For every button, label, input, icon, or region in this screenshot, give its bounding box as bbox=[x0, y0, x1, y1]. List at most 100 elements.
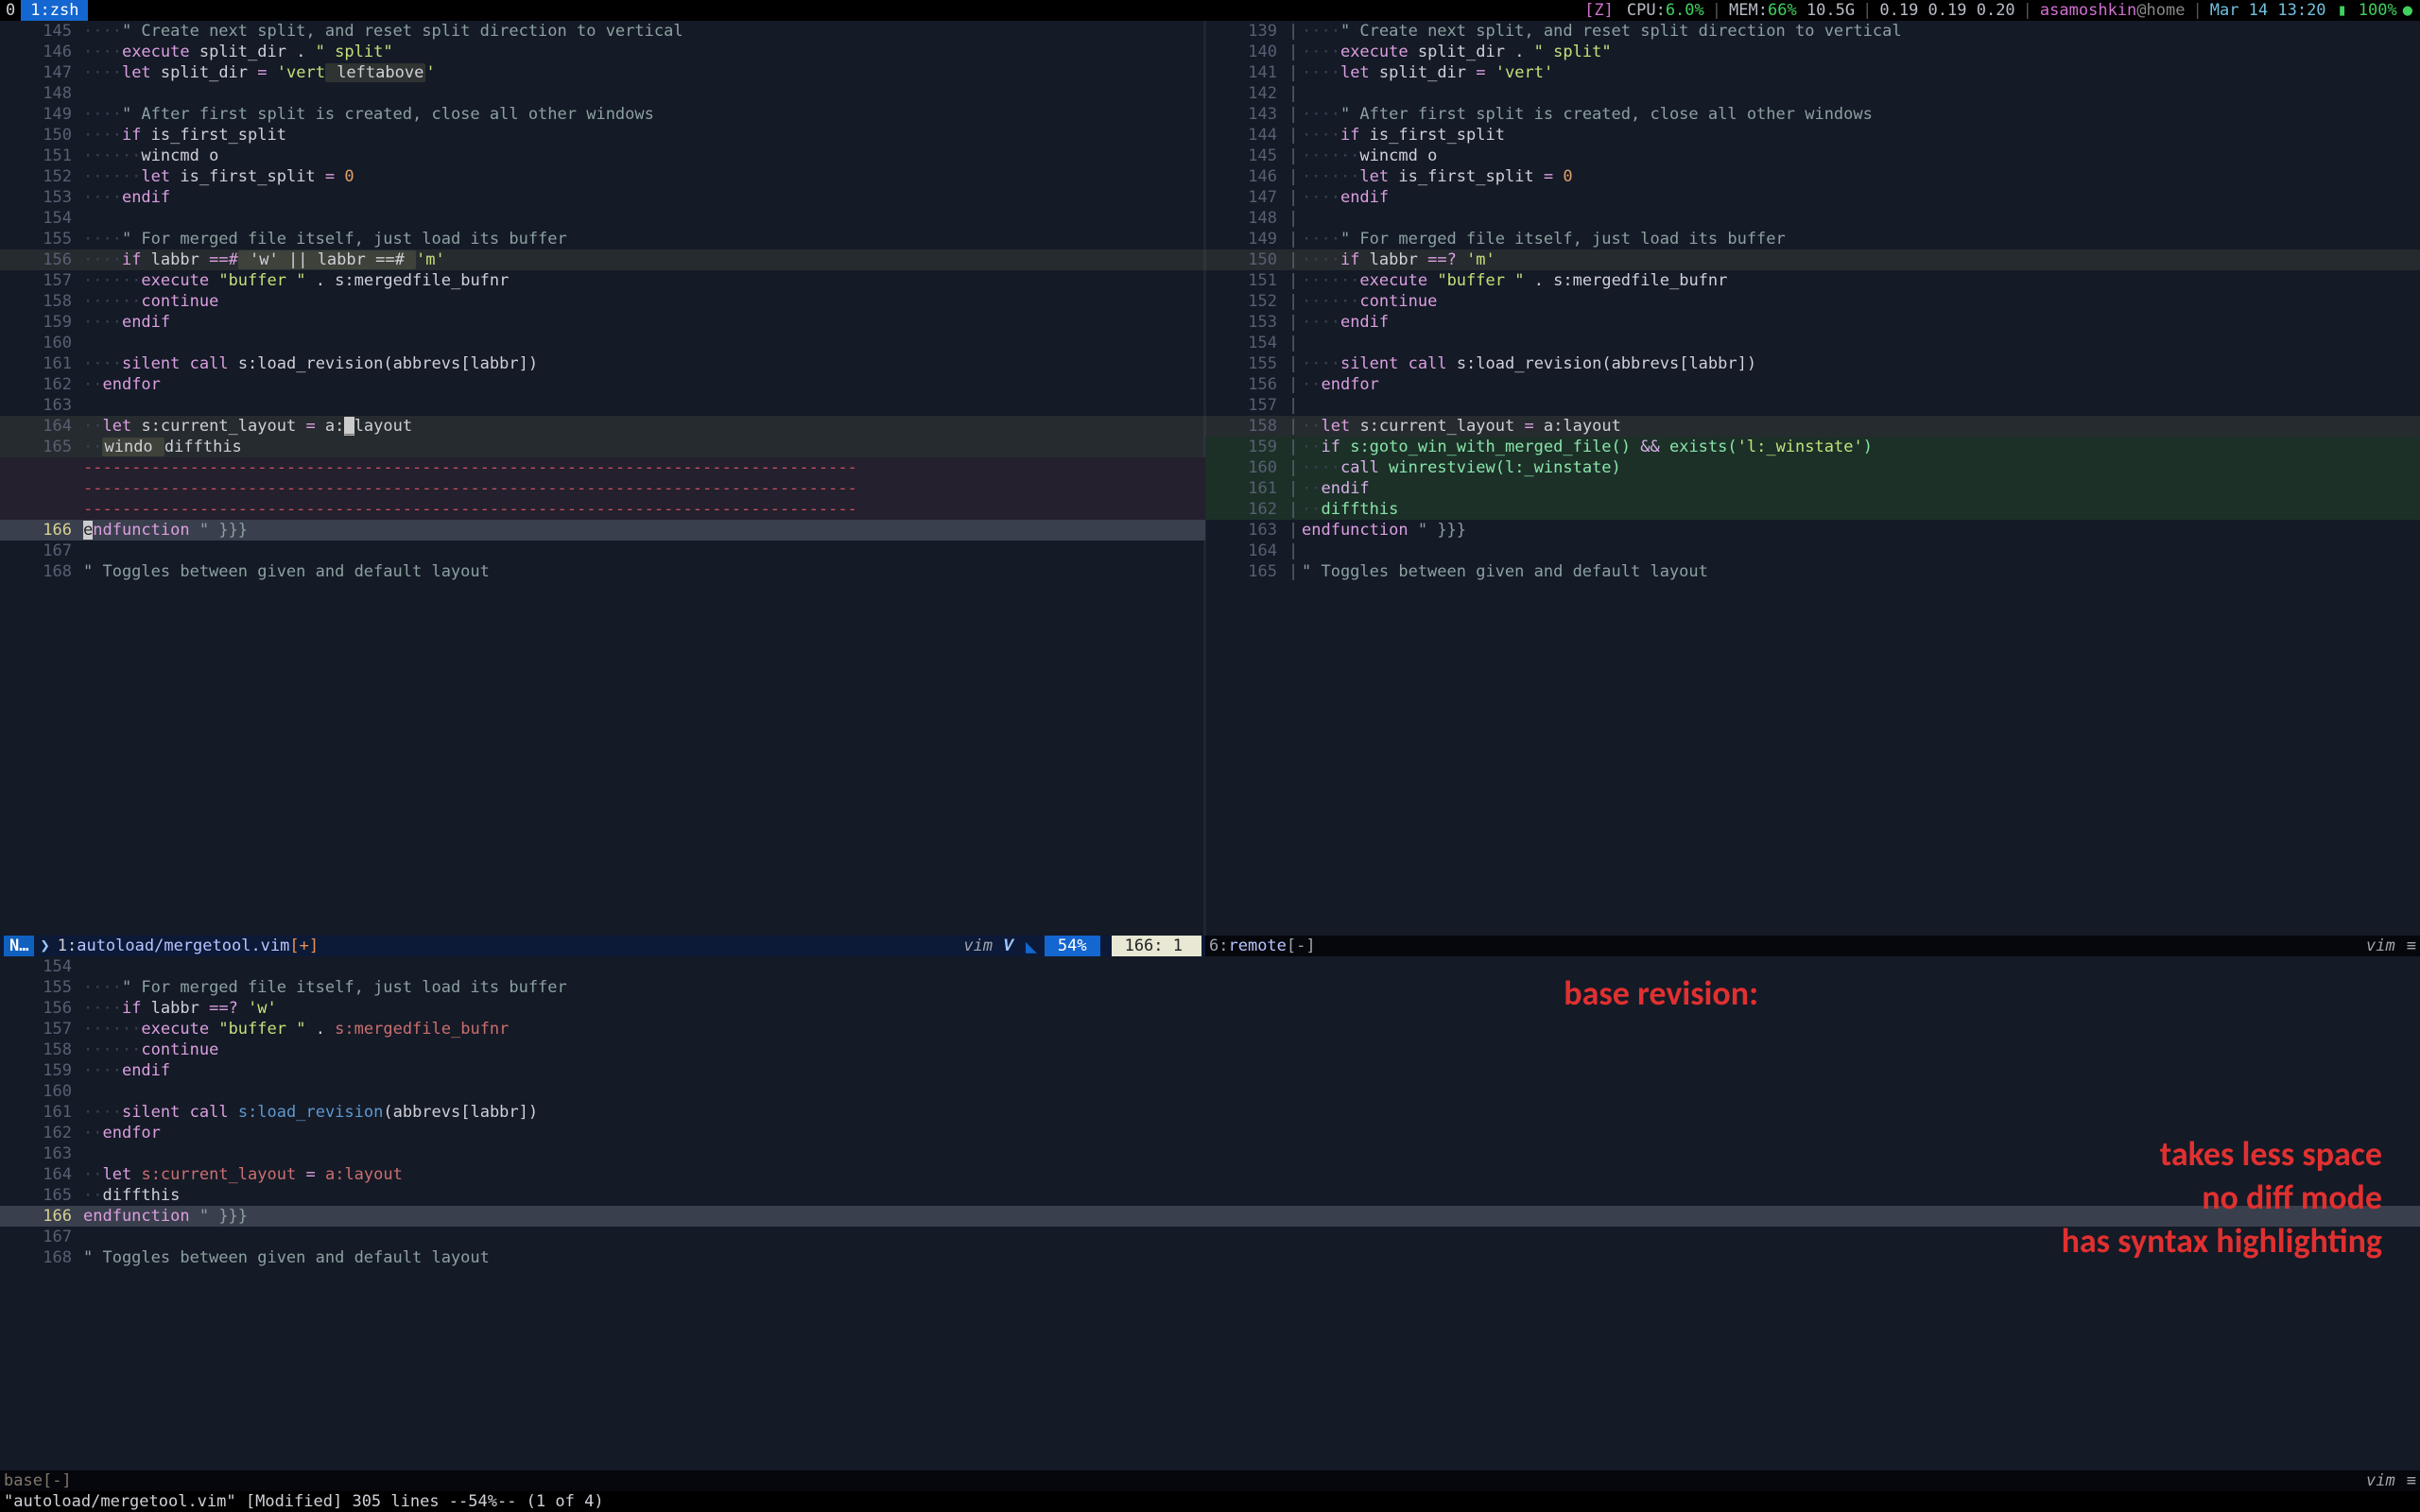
code-line[interactable]: 164| bbox=[1205, 541, 2420, 561]
code-line[interactable]: 151······wincmd o bbox=[0, 146, 1205, 166]
code-line[interactable]: 158······continue bbox=[0, 291, 1205, 312]
code-line[interactable]: 152|······continue bbox=[1205, 291, 2420, 312]
code-line[interactable]: 162··endfor bbox=[0, 374, 1205, 395]
code-line[interactable]: 153|····endif bbox=[1205, 312, 2420, 333]
code-line[interactable]: 153····endif bbox=[0, 187, 1205, 208]
code-line[interactable]: 168" Toggles between given and default l… bbox=[0, 1247, 2420, 1268]
code-line[interactable]: ----------------------------------------… bbox=[0, 499, 1205, 520]
fold-column[interactable]: | bbox=[1288, 520, 1302, 541]
code-line[interactable]: 164··let s:current_layout = a:layout bbox=[0, 1164, 2420, 1185]
code-line[interactable]: 147|····endif bbox=[1205, 187, 2420, 208]
code-line[interactable]: 155····" For merged file itself, just lo… bbox=[0, 977, 2420, 998]
code-line[interactable]: 159····endif bbox=[0, 1060, 2420, 1081]
code-line[interactable]: 144|····if is_first_split bbox=[1205, 125, 2420, 146]
code-line[interactable]: 154 bbox=[0, 208, 1205, 229]
fold-column[interactable]: | bbox=[1288, 42, 1302, 62]
code-line[interactable]: 159|··if s:goto_win_with_merged_file() &… bbox=[1205, 437, 2420, 457]
code-line[interactable]: 146····execute split_dir . " split" bbox=[0, 42, 1205, 62]
code-area-base[interactable]: 154155····" For merged file itself, just… bbox=[0, 956, 2420, 1470]
code-line[interactable]: 152······let is_first_split = 0 bbox=[0, 166, 1205, 187]
fold-column[interactable]: | bbox=[1288, 416, 1302, 437]
code-line[interactable]: 165··windo diffthis bbox=[0, 437, 1205, 457]
code-area-local[interactable]: 145····" Create next split, and reset sp… bbox=[0, 21, 1205, 936]
code-line[interactable]: 164··let s:current_layout = a:_layout bbox=[0, 416, 1205, 437]
fold-column[interactable]: | bbox=[1288, 499, 1302, 520]
code-line[interactable]: 148 bbox=[0, 83, 1205, 104]
code-line[interactable]: 147····let split_dir = 'vert leftabove' bbox=[0, 62, 1205, 83]
code-line[interactable]: 159····endif bbox=[0, 312, 1205, 333]
fold-column[interactable]: | bbox=[1288, 229, 1302, 249]
code-line[interactable]: 160|····call winrestview(l:_winstate) bbox=[1205, 457, 2420, 478]
code-line[interactable]: 166endfunction " }}} bbox=[0, 520, 1205, 541]
code-line[interactable]: 168" Toggles between given and default l… bbox=[0, 561, 1205, 582]
fold-column[interactable]: | bbox=[1288, 187, 1302, 208]
fold-column[interactable]: | bbox=[1288, 374, 1302, 395]
pane-remote[interactable]: 139|····" Create next split, and reset s… bbox=[1205, 21, 2420, 956]
code-line[interactable]: ----------------------------------------… bbox=[0, 478, 1205, 499]
code-line[interactable]: 161····silent call s:load_revision(abbre… bbox=[0, 353, 1205, 374]
code-line[interactable]: 143|····" After first split is created, … bbox=[1205, 104, 2420, 125]
code-line[interactable]: 165··diffthis bbox=[0, 1185, 2420, 1206]
pane-local[interactable]: 145····" Create next split, and reset sp… bbox=[0, 21, 1205, 956]
code-line[interactable]: 162··endfor bbox=[0, 1123, 2420, 1143]
code-line[interactable]: 149····" After first split is created, c… bbox=[0, 104, 1205, 125]
code-area-remote[interactable]: 139|····" Create next split, and reset s… bbox=[1205, 21, 2420, 936]
code-line[interactable]: 142| bbox=[1205, 83, 2420, 104]
fold-column[interactable]: | bbox=[1288, 561, 1302, 582]
fold-column[interactable]: | bbox=[1288, 457, 1302, 478]
fold-column[interactable]: | bbox=[1288, 21, 1302, 42]
code-line[interactable]: 156····if labbr ==# 'w' || labbr ==# 'm' bbox=[0, 249, 1205, 270]
fold-column[interactable]: | bbox=[1288, 208, 1302, 229]
code-line[interactable]: ----------------------------------------… bbox=[0, 457, 1205, 478]
code-line[interactable]: 149|····" For merged file itself, just l… bbox=[1205, 229, 2420, 249]
code-line[interactable]: 163 bbox=[0, 1143, 2420, 1164]
code-line[interactable]: 139|····" Create next split, and reset s… bbox=[1205, 21, 2420, 42]
code-line[interactable]: 155|····silent call s:load_revision(abbr… bbox=[1205, 353, 2420, 374]
fold-column[interactable]: | bbox=[1288, 291, 1302, 312]
fold-column[interactable]: | bbox=[1288, 333, 1302, 353]
code-line[interactable]: 146|······let is_first_split = 0 bbox=[1205, 166, 2420, 187]
fold-column[interactable]: | bbox=[1288, 146, 1302, 166]
code-line[interactable]: 161····silent call s:load_revision(abbre… bbox=[0, 1102, 2420, 1123]
code-line[interactable]: 145|······wincmd o bbox=[1205, 146, 2420, 166]
fold-column[interactable]: | bbox=[1288, 478, 1302, 499]
fold-column[interactable]: | bbox=[1288, 312, 1302, 333]
code-line[interactable]: 161|··endif bbox=[1205, 478, 2420, 499]
code-line[interactable]: 145····" Create next split, and reset sp… bbox=[0, 21, 1205, 42]
pane-base[interactable]: 154155····" For merged file itself, just… bbox=[0, 956, 2420, 1491]
code-line[interactable]: 140|····execute split_dir . " split" bbox=[1205, 42, 2420, 62]
code-line[interactable]: 156····if labbr ==? 'w' bbox=[0, 998, 2420, 1019]
fold-column[interactable]: | bbox=[1288, 437, 1302, 457]
fold-column[interactable]: | bbox=[1288, 166, 1302, 187]
code-line[interactable]: 150|····if labbr ==? 'm' bbox=[1205, 249, 2420, 270]
code-line[interactable]: 163|endfunction " }}} bbox=[1205, 520, 2420, 541]
code-line[interactable]: 157| bbox=[1205, 395, 2420, 416]
code-line[interactable]: 157······execute "buffer " . s:mergedfil… bbox=[0, 1019, 2420, 1040]
fold-column[interactable]: | bbox=[1288, 395, 1302, 416]
fold-column[interactable]: | bbox=[1288, 270, 1302, 291]
fold-column[interactable]: | bbox=[1288, 104, 1302, 125]
code-line[interactable]: 163 bbox=[0, 395, 1205, 416]
code-line[interactable]: 156|··endfor bbox=[1205, 374, 2420, 395]
code-line[interactable]: 158|··let s:current_layout = a:layout bbox=[1205, 416, 2420, 437]
code-line[interactable]: 167 bbox=[0, 1227, 2420, 1247]
code-line[interactable]: 158······continue bbox=[0, 1040, 2420, 1060]
fold-column[interactable]: | bbox=[1288, 249, 1302, 270]
code-line[interactable]: 154| bbox=[1205, 333, 2420, 353]
code-line[interactable]: 160 bbox=[0, 333, 1205, 353]
code-line[interactable]: 150····if is_first_split bbox=[0, 125, 1205, 146]
code-line[interactable]: 162|··diffthis bbox=[1205, 499, 2420, 520]
vim-command-line[interactable]: "autoload/mergetool.vim" [Modified] 305 … bbox=[0, 1491, 2420, 1512]
fold-column[interactable]: | bbox=[1288, 125, 1302, 146]
code-line[interactable]: 155····" For merged file itself, just lo… bbox=[0, 229, 1205, 249]
fold-column[interactable]: | bbox=[1288, 83, 1302, 104]
code-line[interactable]: 154 bbox=[0, 956, 2420, 977]
code-line[interactable]: 167 bbox=[0, 541, 1205, 561]
code-line[interactable]: 165|" Toggles between given and default … bbox=[1205, 561, 2420, 582]
code-line[interactable]: 148| bbox=[1205, 208, 2420, 229]
code-line[interactable]: 151|······execute "buffer " . s:mergedfi… bbox=[1205, 270, 2420, 291]
fold-column[interactable]: | bbox=[1288, 353, 1302, 374]
fold-column[interactable]: | bbox=[1288, 541, 1302, 561]
code-line[interactable]: 157······execute "buffer " . s:mergedfil… bbox=[0, 270, 1205, 291]
code-line[interactable]: 166endfunction " }}} bbox=[0, 1206, 2420, 1227]
